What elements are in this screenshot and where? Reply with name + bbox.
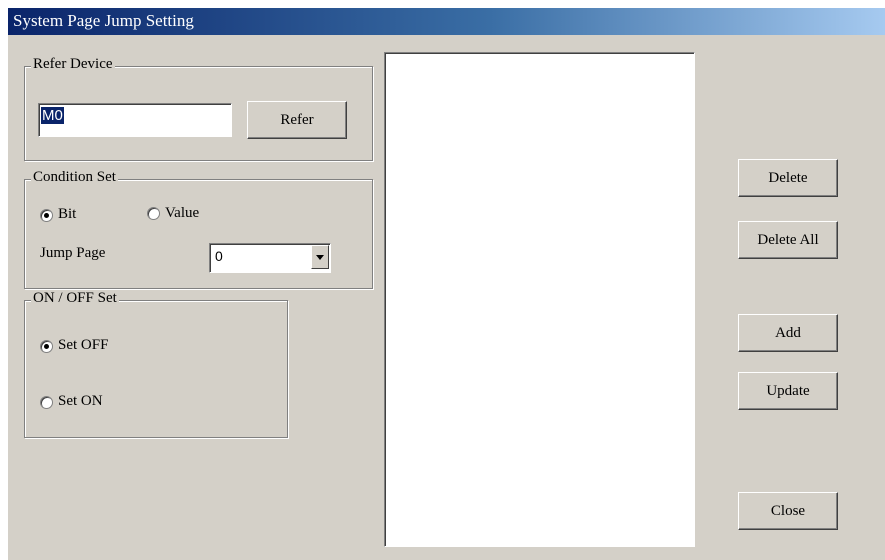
update-button[interactable]: Update [738,372,838,410]
close-button[interactable]: Close [738,492,838,530]
jump-page-select[interactable]: 0 [209,243,331,273]
chevron-down-icon[interactable] [311,245,329,269]
onoff-set-group: ON / OFF Set [24,290,288,438]
onoff-set-legend: ON / OFF Set [31,290,119,307]
delete-all-button[interactable]: Delete All [738,221,838,259]
title-bar[interactable]: System Page Jump Setting [8,8,885,35]
jump-page-value: 0 [215,248,223,264]
refer-device-input[interactable]: M0 [38,103,232,137]
dialog-window: System Page Jump Setting Refer Device M0… [8,8,885,560]
value-radio-label[interactable]: Value [165,205,199,222]
set-on-radio[interactable] [40,396,53,409]
value-radio[interactable] [147,207,160,220]
condition-set-legend: Condition Set [31,169,118,186]
set-off-radio-label[interactable]: Set OFF [58,337,108,354]
refer-device-legend: Refer Device [31,56,115,73]
window-title: System Page Jump Setting [13,11,194,30]
jump-settings-list[interactable] [384,52,695,547]
delete-button[interactable]: Delete [738,159,838,197]
refer-device-input-value: M0 [41,107,64,124]
bit-radio-label[interactable]: Bit [58,206,76,223]
radio-selected-dot [44,213,49,218]
jump-page-label: Jump Page [40,245,106,261]
bit-radio[interactable] [40,209,53,222]
add-button[interactable]: Add [738,314,838,352]
set-on-radio-label[interactable]: Set ON [58,393,103,410]
set-off-radio[interactable] [40,340,53,353]
radio-selected-dot [44,344,49,349]
refer-button[interactable]: Refer [247,101,347,139]
